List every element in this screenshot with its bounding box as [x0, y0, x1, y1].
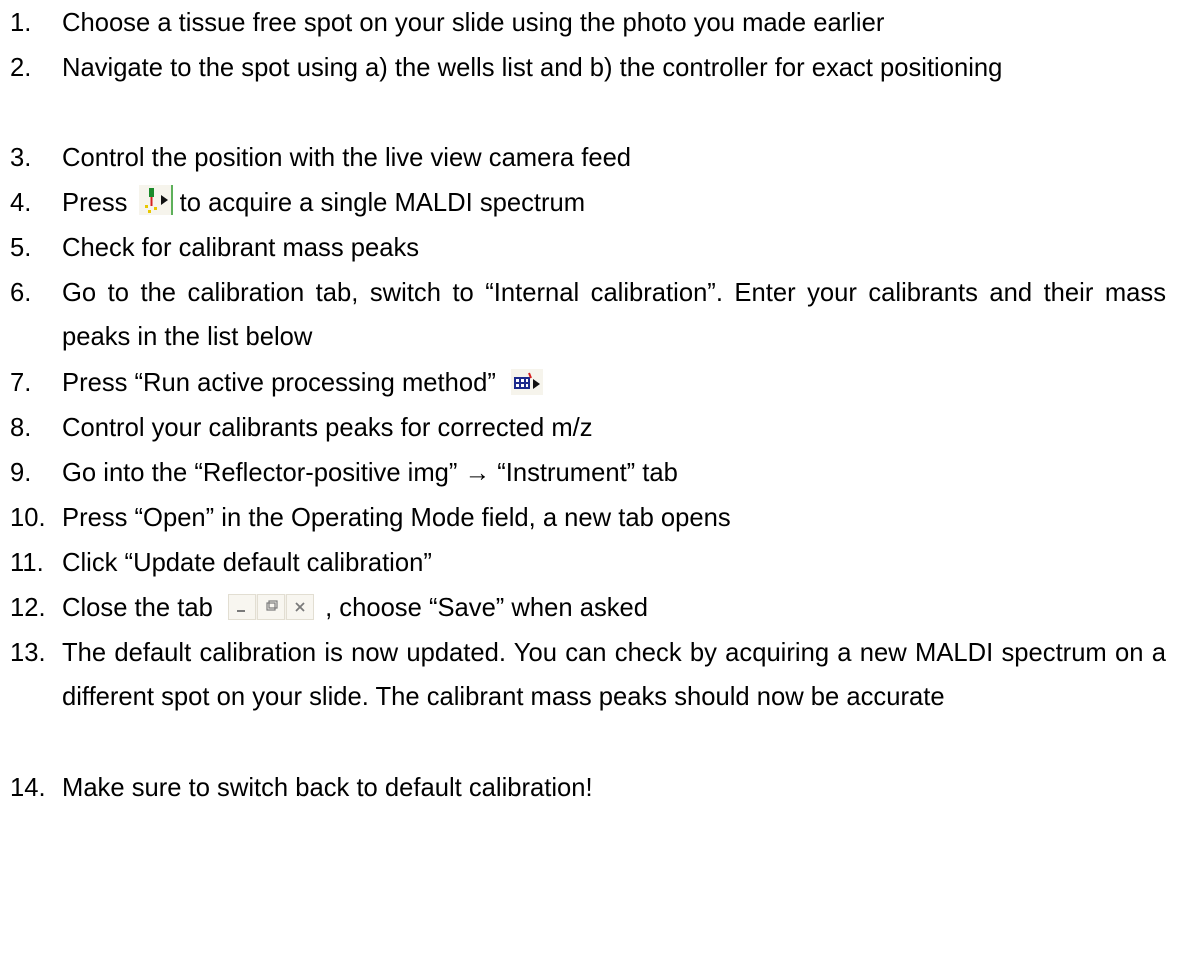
step-text: Press “Open” in the Operating Mode field…: [62, 504, 731, 532]
step-2: 2. Navigate to the spot using a) the wel…: [0, 49, 1184, 90]
step-8: 8. Control your calibrants peaks for cor…: [0, 409, 1184, 447]
step-text: Navigate to the spot using a) the wells …: [62, 54, 1003, 82]
step-10: 10. Press “Open” in the Operating Mode f…: [0, 499, 1184, 537]
step-number: 14.: [10, 774, 46, 802]
step-text: Click “Update default calibration”: [62, 549, 432, 577]
step-text: Press “Run active processing method”: [62, 369, 496, 397]
acquire-spectrum-icon: [138, 185, 173, 215]
step-text-after-icon: to acquire a single MALDI spectrum: [179, 189, 586, 217]
step-number: 10.: [10, 504, 46, 532]
step-number: 1.: [10, 9, 32, 37]
step-text: The default calibration is now updated. …: [62, 639, 1166, 711]
step-number: 9.: [10, 459, 32, 487]
step-12: 12. Close the tab , choose “Save” when a…: [0, 589, 1184, 631]
step-text: Make sure to switch back to default cali…: [62, 774, 593, 802]
step-number: 2.: [10, 54, 32, 82]
step-13: 13. The default calibration is now updat…: [0, 634, 1184, 719]
step-4: 4. Press to acquire a single MALDI spect…: [0, 184, 1184, 222]
step-number: 3.: [10, 144, 32, 172]
step-text: Control the position with the live view …: [62, 144, 632, 172]
step-14: 14. Make sure to switch back to default …: [0, 769, 1184, 807]
step-text: Check for calibrant mass peaks: [62, 234, 420, 262]
step-number: 12.: [10, 594, 46, 622]
step-text-after-icon: , choose “Save” when asked: [325, 594, 649, 622]
step-7: 7. Press “Run active processing method”: [0, 364, 1184, 406]
step-text: Control your calibrants peaks for correc…: [62, 414, 593, 442]
step-number: 8.: [10, 414, 32, 442]
step-5: 5. Check for calibrant mass peaks: [0, 229, 1184, 267]
step-11: 11. Click “Update default calibration”: [0, 544, 1184, 582]
step-number: 5.: [10, 234, 32, 262]
step-number: 13.: [10, 639, 46, 667]
step-number: 7.: [10, 369, 32, 397]
step-text: Go into the “Reflector-positive img” → “…: [62, 459, 678, 487]
step-number: 4.: [10, 189, 32, 217]
step-number: 6.: [10, 279, 32, 307]
window-controls-icon: [227, 593, 314, 631]
step-9: 9. Go into the “Reflector-positive img” …: [0, 454, 1184, 492]
instruction-list: 1. Choose a tissue free spot on your sli…: [0, 0, 1184, 977]
step-text-before-icon: Close the tab: [62, 594, 213, 622]
step-1: 1. Choose a tissue free spot on your sli…: [0, 4, 1184, 42]
step-3: 3. Control the position with the live vi…: [0, 139, 1184, 177]
step-6: 6. Go to the calibration tab, switch to …: [0, 274, 1184, 359]
step-number: 11.: [10, 549, 44, 577]
run-processing-method-icon: [510, 368, 543, 406]
step-text: Choose a tissue free spot on your slide …: [62, 9, 885, 37]
step-text-before-icon: Press: [62, 189, 128, 217]
step-text: Go to the calibration tab, switch to “In…: [62, 279, 1166, 351]
